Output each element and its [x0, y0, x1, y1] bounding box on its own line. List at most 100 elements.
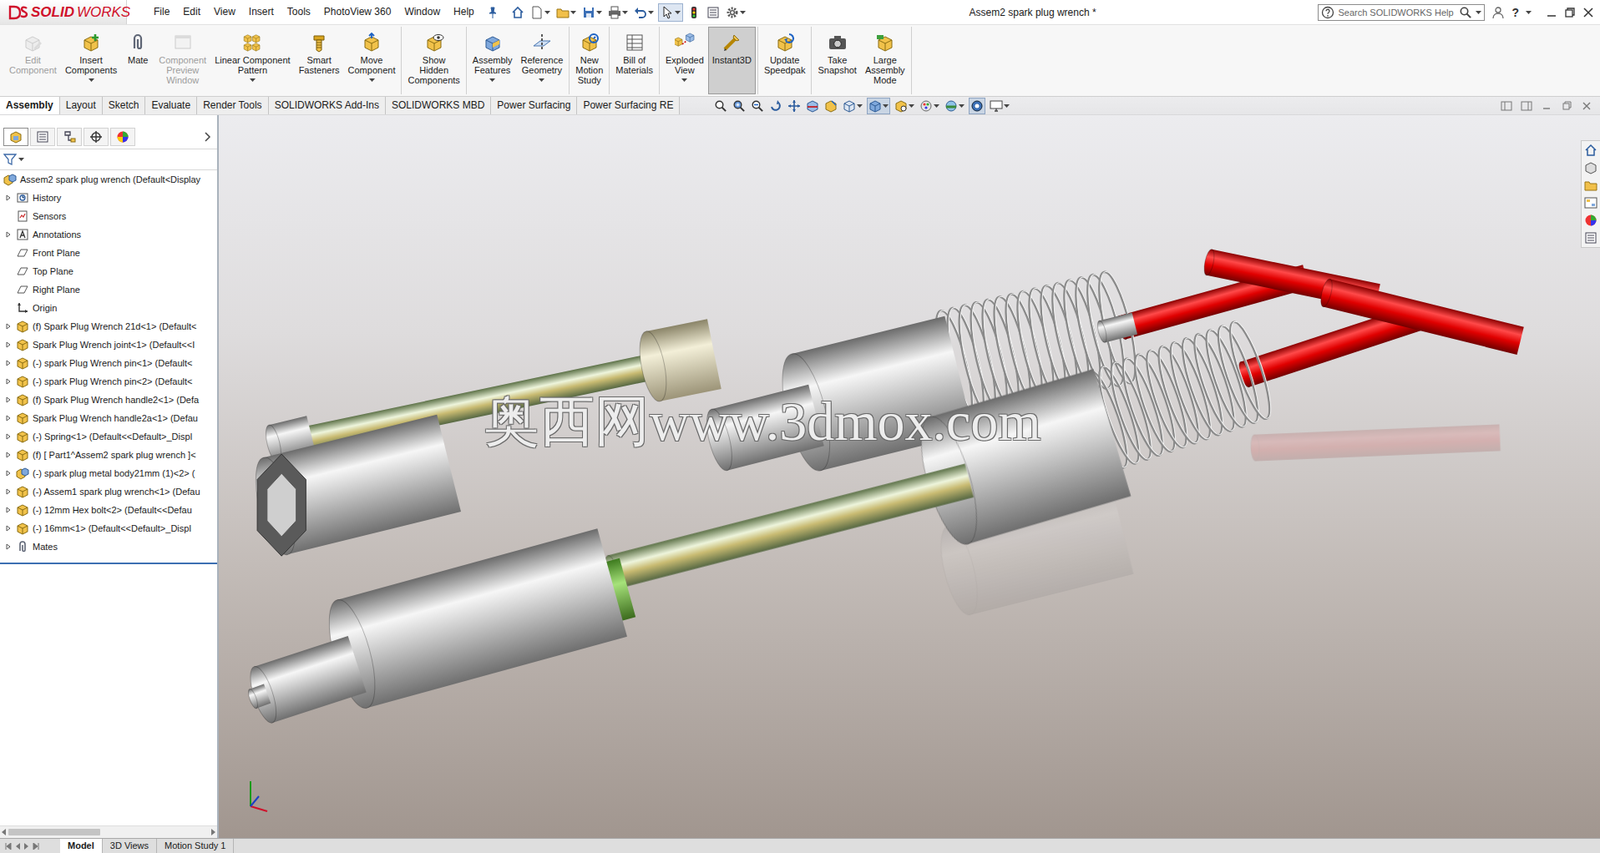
view-tool-button[interactable] [768, 98, 784, 114]
toolbar-button[interactable] [685, 4, 703, 21]
minimize-icon[interactable] [1544, 5, 1559, 20]
dropdown-caret-icon[interactable] [249, 77, 256, 83]
dropdown-caret-icon[interactable] [882, 104, 889, 108]
panel-tab[interactable] [110, 127, 136, 147]
expand-arrow[interactable] [3, 468, 14, 479]
command-tab[interactable]: Assembly [0, 96, 61, 115]
zoom-to-fit-icon[interactable] [713, 99, 728, 113]
panel-tab[interactable] [3, 127, 29, 147]
custom-properties-icon[interactable] [1583, 230, 1599, 246]
toolbar-button[interactable] [724, 4, 748, 21]
tree-item[interactable]: (-) Spring<1> (Default<<Default>_Displ [0, 427, 218, 446]
dropdown-caret-icon[interactable] [369, 77, 375, 83]
next-tab-icon[interactable] [23, 843, 31, 851]
bottom-tab[interactable]: Model [60, 839, 103, 853]
file-properties-icon[interactable] [706, 5, 720, 20]
expand-arrow[interactable] [3, 229, 14, 240]
rebuild-icon[interactable] [687, 5, 701, 20]
expand-arrow[interactable] [3, 450, 14, 461]
view-tool-button[interactable] [866, 97, 891, 115]
ribbon-button[interactable]: Reference Geometry [516, 26, 568, 95]
toolbar-button[interactable] [658, 3, 684, 22]
solidworks-logo[interactable]: SOLIDWORKS [0, 0, 127, 25]
viewport-minimize-icon[interactable] [1539, 99, 1554, 113]
tree-item[interactable]: (-) spark Plug Wrench pin<2> (Default< [0, 372, 218, 391]
tree-item[interactable]: (-) Assem1 spark plug wrench<1> (Defau [0, 482, 218, 502]
ribbon-button[interactable]: Component Preview Window [154, 26, 211, 95]
dropdown-caret-icon[interactable] [570, 10, 577, 15]
ribbon-button[interactable]: Insert Components [60, 26, 122, 95]
expand-arrow[interactable] [3, 358, 14, 369]
ribbon-button[interactable]: New Motion Study [571, 26, 608, 95]
user-icon[interactable] [1491, 5, 1505, 20]
dropdown-caret-icon[interactable] [856, 104, 863, 108]
expand-arrow[interactable] [3, 523, 14, 534]
tree-item[interactable]: Mates [0, 537, 218, 557]
ribbon-button[interactable]: Large Assembly Mode [860, 26, 910, 95]
menu-item[interactable]: Window [397, 0, 447, 25]
dropdown-caret-icon[interactable] [538, 77, 545, 83]
dropdown-caret-icon[interactable] [18, 157, 25, 162]
tile-right-icon[interactable] [1519, 99, 1534, 113]
feature-manager-icon[interactable] [9, 130, 23, 144]
new-document-icon[interactable] [530, 5, 544, 20]
horizontal-scrollbar[interactable] [0, 825, 218, 839]
expand-arrow[interactable] [3, 486, 14, 497]
tile-left-icon[interactable] [1499, 99, 1514, 113]
scroll-right-icon[interactable] [210, 829, 216, 836]
view-tool-button[interactable] [841, 98, 864, 114]
select-arrow-icon[interactable] [660, 5, 674, 20]
tree-item[interactable]: Annotations [0, 225, 218, 244]
view-tool-button[interactable] [749, 98, 765, 114]
expand-arrow[interactable] [3, 541, 14, 552]
view-tool-button[interactable] [786, 98, 802, 114]
expand-arrow[interactable] [3, 431, 14, 442]
dynamic-annotation-icon[interactable] [824, 99, 838, 113]
tree-item[interactable]: (-) spark plug metal body21mm (1)<2> ( [0, 464, 218, 483]
expand-arrow[interactable] [3, 505, 14, 516]
rotate-view-icon[interactable] [769, 99, 783, 113]
property-manager-icon[interactable] [35, 130, 50, 144]
menu-item[interactable]: Tools [280, 0, 318, 25]
tree-item[interactable]: Assem2 spark plug wrench (Default<Displa… [0, 170, 218, 189]
tree-item[interactable]: Top Plane [0, 262, 218, 281]
view-orientation-icon[interactable] [842, 99, 856, 113]
toolbar-button[interactable] [580, 4, 604, 21]
bottom-tab[interactable]: 3D Views [102, 839, 157, 853]
ribbon-button[interactable]: Take Snapshot [813, 26, 861, 95]
last-tab-icon[interactable] [32, 843, 40, 851]
tree-item[interactable]: Origin [0, 298, 218, 318]
ribbon-button[interactable]: Bill of Materials [611, 26, 658, 95]
chevron-right-icon[interactable] [200, 130, 214, 144]
toolbar-button[interactable] [554, 4, 578, 21]
edit-appearance-icon[interactable] [919, 99, 933, 113]
previous-tab-icon[interactable] [14, 843, 21, 851]
pin-icon[interactable] [486, 5, 500, 20]
command-tab[interactable]: Sketch [102, 96, 147, 115]
tree-item[interactable]: Spark Plug Wrench handle2a<1> (Defau [0, 409, 218, 428]
ribbon-button[interactable]: Instant3D [708, 26, 756, 95]
tree-item[interactable]: (f) Spark Plug Wrench handle2<1> (Defa [0, 390, 218, 410]
dropdown-caret-icon[interactable] [1525, 10, 1532, 15]
ribbon-button[interactable]: Mate [121, 26, 155, 95]
view-tool-button[interactable] [731, 98, 747, 114]
command-tab[interactable]: SOLIDWORKS MBD [385, 96, 492, 115]
dimxpert-icon[interactable] [89, 130, 103, 144]
viewport-close-icon[interactable] [1579, 99, 1594, 113]
display-monitor-icon[interactable] [989, 99, 1003, 113]
tree-item[interactable]: Front Plane [0, 243, 218, 263]
help-search-field[interactable]: Search SOLIDWORKS Help [1317, 4, 1485, 21]
expand-arrow[interactable] [3, 394, 14, 406]
dropdown-caret-icon[interactable] [1003, 104, 1010, 108]
expand-arrow[interactable] [3, 413, 14, 424]
tree-item[interactable]: (-) 12mm Hex bolt<2> (Default<<Defau [0, 501, 218, 520]
tree-item[interactable]: (f) Spark Plug Wrench 21d<1> (Default< [0, 317, 218, 336]
save-icon[interactable] [582, 5, 596, 20]
options-gear-icon[interactable] [725, 5, 740, 20]
ribbon-button[interactable]: Linear Component Pattern [210, 26, 295, 95]
command-tab[interactable]: Power Surfacing [491, 96, 578, 115]
file-explorer-icon[interactable] [1583, 177, 1599, 193]
hide-show-icon[interactable] [894, 99, 908, 113]
close-icon[interactable] [1581, 5, 1595, 20]
view-tool-button[interactable] [918, 98, 941, 114]
